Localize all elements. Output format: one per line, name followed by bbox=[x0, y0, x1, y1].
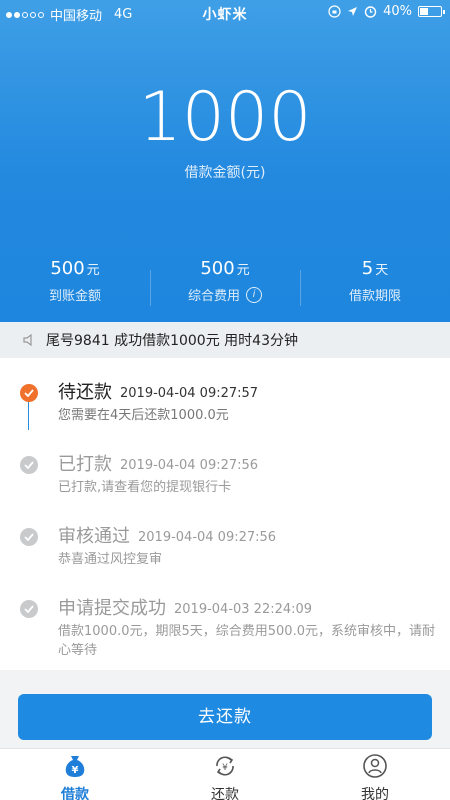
loan-progress-timeline: 待还款 2019-04-04 09:27:57 您需要在4天后还款1000.0元 … bbox=[0, 358, 450, 670]
step-time: 2019-04-04 09:27:57 bbox=[120, 385, 259, 401]
tab-repay[interactable]: ¥ 还款 bbox=[150, 749, 300, 800]
step-title: 已打款 bbox=[58, 454, 112, 475]
step-time: 2019-04-03 22:24:09 bbox=[174, 601, 313, 617]
battery-percent: 40% bbox=[383, 4, 412, 19]
step-time: 2019-04-04 09:27:56 bbox=[138, 529, 277, 545]
stat-label: 借款期限 bbox=[348, 289, 401, 304]
rotation-lock-icon bbox=[328, 5, 341, 18]
timeline-connector bbox=[28, 402, 29, 430]
loan-amount: 1000 bbox=[138, 78, 312, 157]
notice-text: 尾号9841 成功借款1000元 用时43分钟 bbox=[46, 333, 298, 349]
step-desc: 恭喜通过风控复审 bbox=[58, 552, 163, 567]
svg-text:¥: ¥ bbox=[222, 763, 228, 773]
loan-amount-label: 借款金额(元) bbox=[184, 165, 266, 181]
bottom-tab-bar: ¥ 借款 ¥ 还款 我的 bbox=[0, 748, 450, 800]
step-time: 2019-04-04 09:27:56 bbox=[120, 457, 259, 473]
info-icon[interactable]: i bbox=[246, 286, 262, 303]
stat-value: 5 bbox=[361, 258, 374, 279]
alarm-icon bbox=[364, 6, 377, 18]
battery-icon bbox=[418, 6, 445, 17]
check-circle-icon bbox=[20, 456, 38, 474]
loan-notice-bar: 尾号9841 成功借款1000元 用时43分钟 bbox=[0, 322, 450, 358]
tab-label: 借款 bbox=[61, 787, 89, 800]
stat-unit: 元 bbox=[86, 263, 100, 278]
location-arrow-icon bbox=[348, 7, 358, 16]
loan-header: 中国移动 4G 小虾米 40% 1000 借款金额(元) 500 元 到账金额 5… bbox=[0, 0, 450, 322]
svg-text:¥: ¥ bbox=[72, 765, 79, 776]
tab-mine[interactable]: 我的 bbox=[300, 749, 450, 800]
tab-loan[interactable]: ¥ 借款 bbox=[0, 749, 150, 800]
stat-received: 500 元 到账金额 bbox=[0, 258, 150, 318]
loan-stats: 500 元 到账金额 500 元 综合费用 i 5天 借款期限 bbox=[0, 258, 450, 318]
step-title: 审核通过 bbox=[58, 526, 130, 547]
stat-term: 5天 借款期限 bbox=[300, 258, 450, 318]
tab-label: 还款 bbox=[211, 787, 239, 800]
speaker-icon bbox=[23, 333, 32, 347]
check-circle-icon bbox=[20, 384, 38, 402]
check-circle-icon bbox=[20, 600, 38, 618]
repay-button[interactable]: 去还款 bbox=[18, 694, 432, 740]
stat-label: 综合费用 bbox=[187, 289, 240, 304]
money-bag-icon: ¥ bbox=[65, 756, 85, 777]
step-desc: 已打款,请查看您的提现银行卡 bbox=[58, 480, 232, 495]
stat-unit: 天 bbox=[375, 263, 389, 278]
status-bar: 中国移动 4G 小虾米 40% bbox=[0, 0, 450, 26]
check-circle-icon bbox=[20, 528, 38, 546]
repay-cycle-icon: ¥ bbox=[216, 756, 234, 776]
step-title: 待还款 bbox=[58, 382, 112, 403]
stat-value: 500 bbox=[50, 258, 85, 279]
stat-value: 500 bbox=[200, 258, 235, 279]
stat-label: 到账金额 bbox=[48, 289, 101, 304]
stat-unit: 元 bbox=[236, 263, 250, 278]
step-desc: 您需要在4天后还款1000.0元 bbox=[58, 408, 229, 423]
step-title: 申请提交成功 bbox=[58, 598, 166, 619]
stat-fee: 500 元 综合费用 i bbox=[150, 258, 300, 318]
user-icon bbox=[363, 754, 387, 778]
step-desc: 借款1000.0元，期限5天，综合费用500.0元，系统审核中，请耐心等待 bbox=[58, 624, 435, 658]
tab-label: 我的 bbox=[361, 787, 389, 800]
